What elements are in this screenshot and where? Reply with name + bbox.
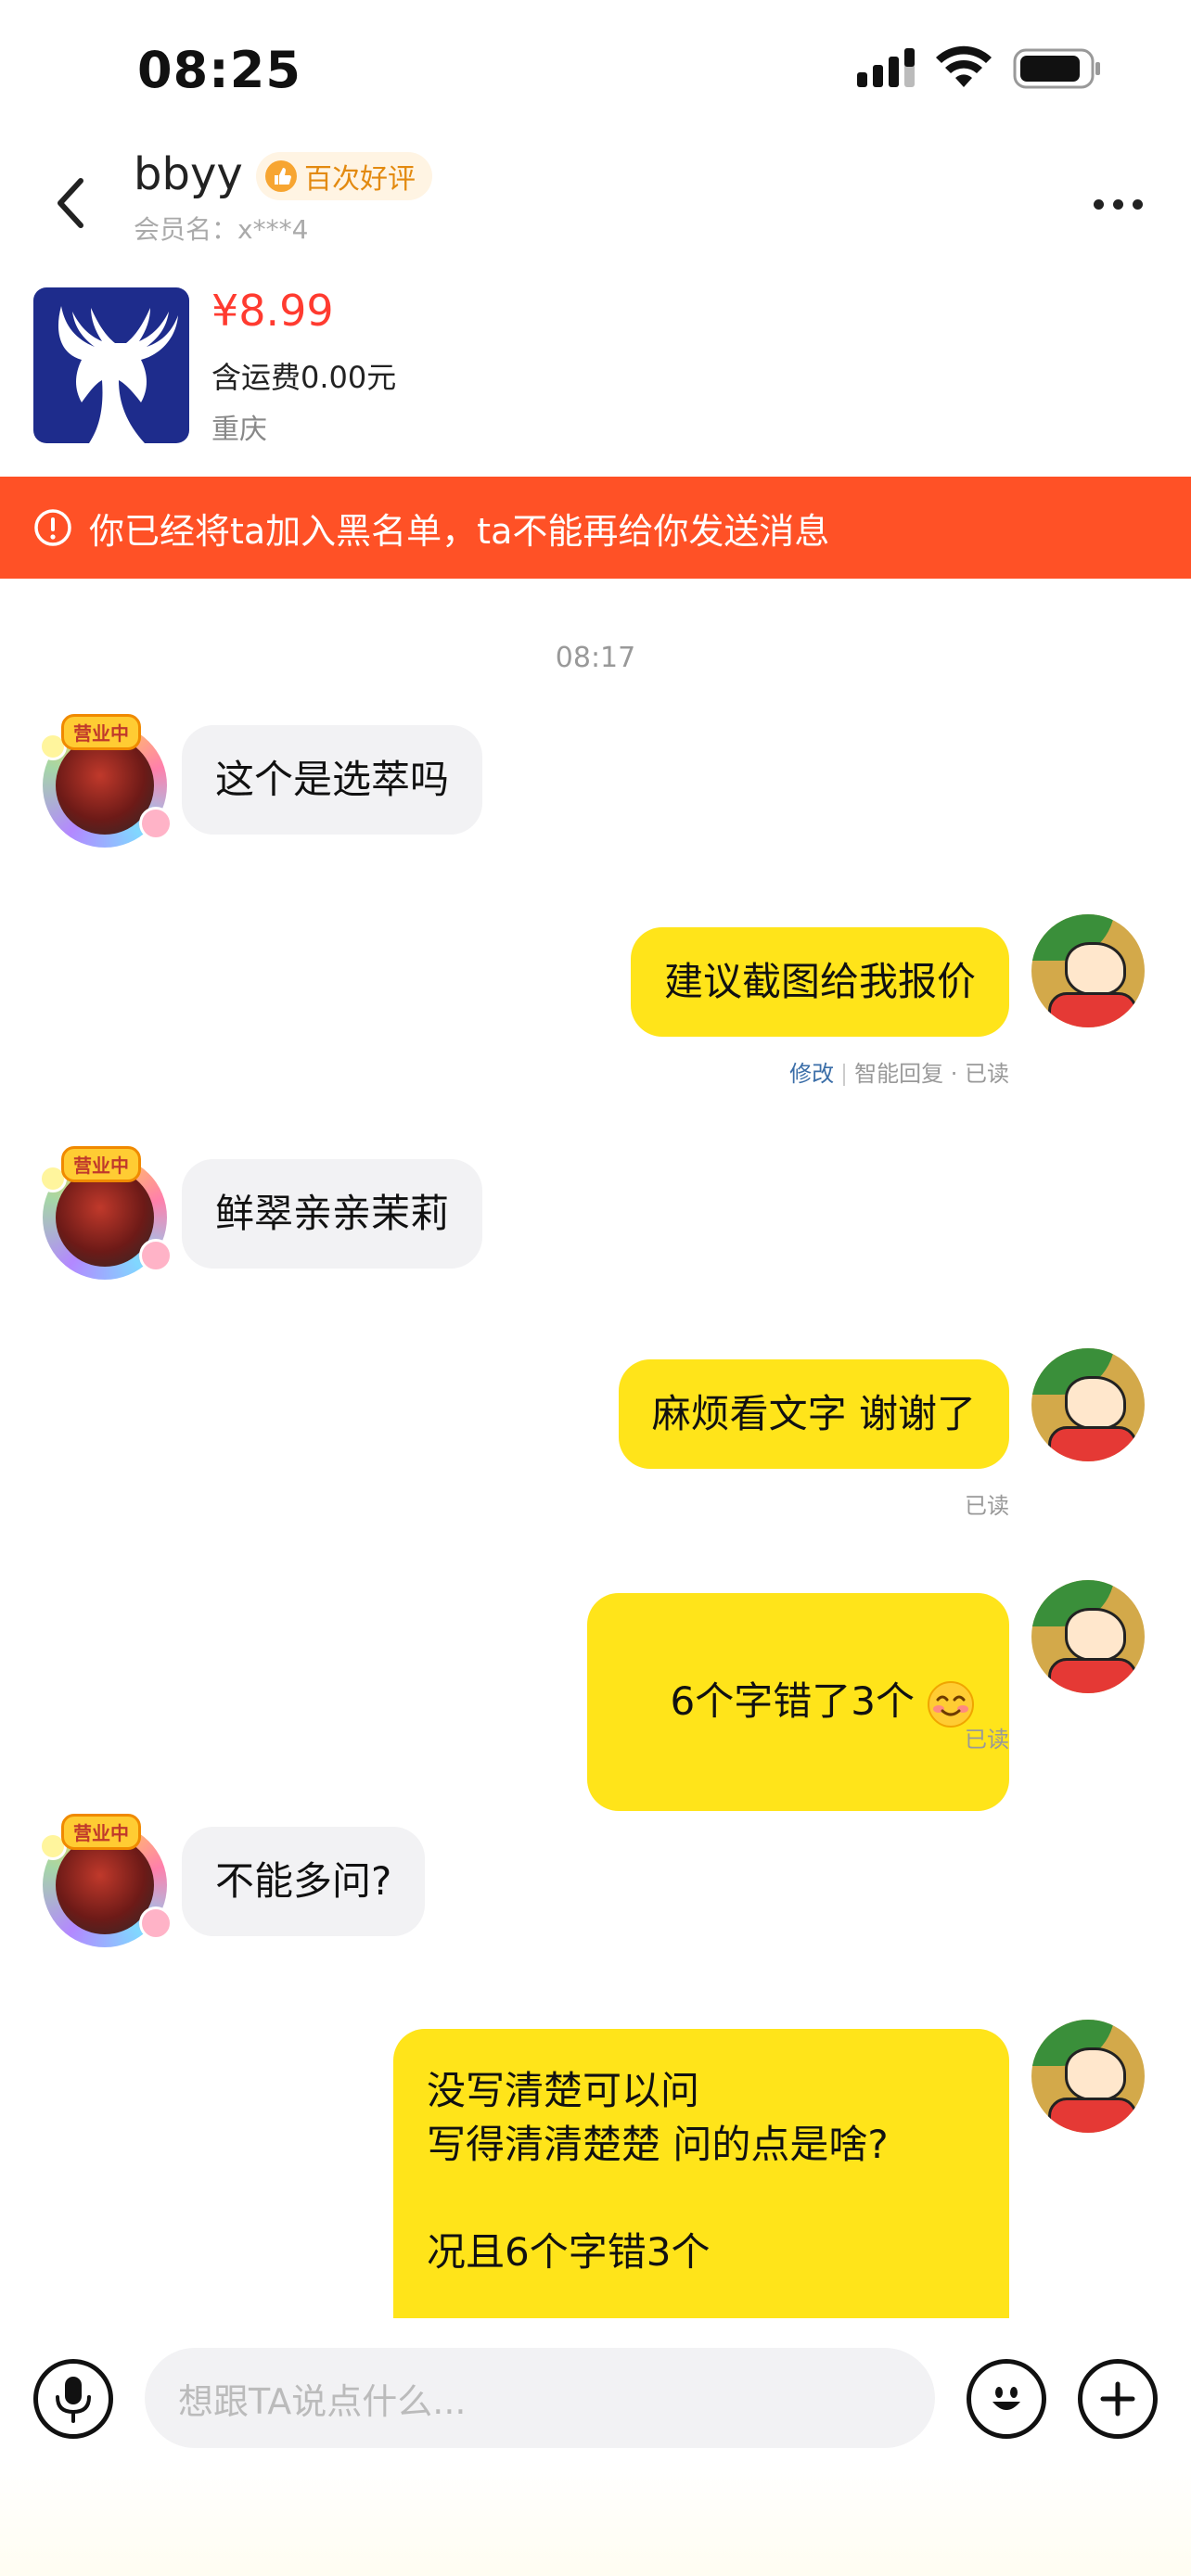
- open-status-tag: 营业中: [61, 714, 141, 750]
- emoji-button[interactable]: [967, 2359, 1046, 2439]
- read-status: 已读: [965, 1727, 1009, 1753]
- more-dot-icon: [1132, 198, 1143, 210]
- voice-input-button[interactable]: [33, 2359, 113, 2439]
- smiley-icon: [992, 2387, 1020, 2410]
- message-bubble-incoming[interactable]: 鲜翠亲亲茉莉: [182, 1159, 483, 1269]
- message-text: 6个字错了3个: [670, 1678, 915, 1724]
- contact-avatar[interactable]: 营业中: [37, 714, 176, 853]
- chat-messages[interactable]: 08:17 营业中 这个是选萃吗 建议截图给我报价 修改 智能回复 · 已读 营业…: [0, 579, 1191, 2318]
- deer-logo-icon: [58, 306, 179, 443]
- message-bubble-outgoing[interactable]: 麻烦看文字 谢谢了: [618, 1359, 1009, 1469]
- message-input[interactable]: 想跟TA说点什么...: [145, 2348, 935, 2448]
- open-status-tag: 营业中: [61, 1814, 141, 1850]
- my-avatar[interactable]: [1031, 2020, 1145, 2133]
- status-bar: 08:25: [0, 0, 1191, 139]
- contact-avatar[interactable]: 营业中: [37, 1814, 176, 1953]
- chat-header: bbyy 百次好评 会员名：x***4: [0, 139, 1191, 269]
- more-dot-icon: [1112, 198, 1123, 210]
- message-bubble-outgoing[interactable]: 没写清楚可以问 写得清清楚楚 问的点是啥? 况且6个字错3个: [393, 2029, 1009, 2318]
- thumbs-up-icon: [265, 160, 297, 192]
- more-dot-icon: [1093, 198, 1104, 210]
- octopus-sticker-icon: [139, 807, 173, 840]
- cellular-signal-icon: [857, 48, 915, 87]
- blacklist-warning-banner: 你已经将ta加入黑名单，ta不能再给你发送消息: [0, 477, 1191, 579]
- smart-reply-read-status: 智能回复 · 已读: [854, 1061, 1009, 1087]
- message-bubble-outgoing[interactable]: 6个字错了3个: [587, 1593, 1009, 1811]
- microphone-icon: [56, 2377, 91, 2423]
- member-name: 会员名：x***4: [134, 214, 309, 245]
- product-price: ¥8.99: [211, 286, 334, 336]
- battery-icon: [1013, 48, 1100, 89]
- product-shipping: 含运费0.00元: [211, 360, 397, 395]
- product-location: 重庆: [211, 414, 267, 446]
- message-bubble-incoming[interactable]: 这个是选萃吗: [182, 725, 483, 835]
- praise-badge: 百次好评: [256, 152, 432, 200]
- message-input-bar: 想跟TA说点什么...: [0, 2318, 1191, 2576]
- add-attachment-button[interactable]: [1078, 2359, 1158, 2439]
- meta-divider: [843, 1064, 846, 1086]
- edit-link[interactable]: 修改: [789, 1061, 834, 1087]
- message-bubble-outgoing[interactable]: 建议截图给我报价: [630, 927, 1009, 1037]
- plus-icon: [1100, 2381, 1135, 2417]
- chevron-left-icon: [58, 178, 83, 228]
- alert-circle-icon: [34, 509, 71, 546]
- read-status: 已读: [965, 1493, 1009, 1519]
- product-card[interactable]: ¥8.99 含运费0.00元 重庆: [0, 278, 1191, 475]
- status-time: 08:25: [137, 41, 301, 99]
- more-options-button[interactable]: [1076, 176, 1159, 232]
- wifi-icon: [936, 45, 992, 87]
- my-avatar[interactable]: [1031, 1580, 1145, 1693]
- open-status-tag: 营业中: [61, 1146, 141, 1182]
- contact-avatar[interactable]: 营业中: [37, 1146, 176, 1285]
- chat-timestamp: 08:17: [555, 642, 636, 674]
- octopus-sticker-icon: [139, 1906, 173, 1940]
- message-meta: 修改 智能回复 · 已读: [789, 1055, 1009, 1088]
- badge-label: 百次好评: [304, 163, 416, 196]
- my-avatar[interactable]: [1031, 914, 1145, 1027]
- message-bubble-incoming[interactable]: 不能多问?: [182, 1827, 426, 1936]
- back-button[interactable]: [37, 161, 102, 245]
- octopus-sticker-icon: [139, 1239, 173, 1272]
- product-thumbnail[interactable]: [33, 287, 189, 443]
- contact-name[interactable]: bbyy: [134, 148, 243, 200]
- warning-text: 你已经将ta加入黑名单，ta不能再给你发送消息: [89, 510, 830, 552]
- my-avatar[interactable]: [1031, 1348, 1145, 1461]
